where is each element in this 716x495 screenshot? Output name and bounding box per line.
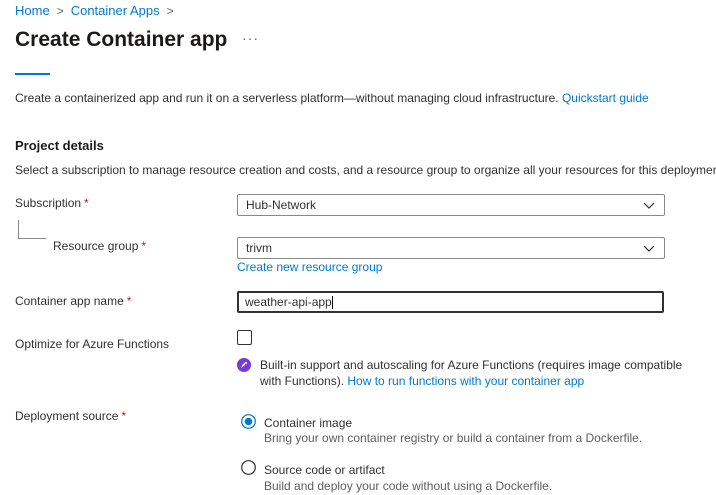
container-app-name-value: weather-api-app (245, 295, 332, 309)
radio-source-code[interactable] (241, 460, 256, 475)
container-image-option-title[interactable]: Container image (264, 416, 352, 430)
subscription-label-text: Subscription (15, 196, 82, 210)
deployment-source-label: Deployment source * (15, 409, 126, 423)
functions-info-text: Built-in support and autoscaling for Azu… (260, 357, 700, 389)
quickstart-guide-link[interactable]: Quickstart guide (562, 91, 649, 105)
resource-group-dropdown[interactable]: trivm (237, 237, 665, 259)
breadcrumb-container-apps-link[interactable]: Container Apps (71, 3, 160, 18)
tree-connector-vertical (18, 220, 19, 238)
text-cursor (331, 295, 333, 309)
resource-group-value: trivm (246, 241, 272, 255)
project-details-description: Select a subscription to manage resource… (15, 163, 716, 177)
resource-group-label: Resource group * (53, 239, 146, 253)
subscription-label: Subscription * (15, 196, 89, 210)
intro-description: Create a containerized app and run it on… (15, 91, 649, 105)
chevron-down-icon (643, 202, 655, 209)
optimize-functions-checkbox[interactable] (237, 330, 252, 345)
source-code-option-title[interactable]: Source code or artifact (264, 463, 385, 477)
intro-text: Create a containerized app and run it on… (15, 91, 559, 105)
subscription-value: Hub-Network (246, 198, 317, 212)
create-new-resource-group-link[interactable]: Create new resource group (237, 260, 382, 274)
deployment-source-label-text: Deployment source (15, 409, 119, 423)
subscription-dropdown[interactable]: Hub-Network (237, 194, 665, 216)
project-details-heading: Project details (15, 138, 104, 153)
required-mark: * (126, 294, 132, 308)
chevron-right-icon: > (56, 3, 64, 18)
radio-container-image[interactable] (241, 414, 256, 429)
container-app-name-label-text: Container app name (15, 294, 124, 308)
page-title: Create Container app (15, 28, 228, 51)
optimize-functions-label: Optimize for Azure Functions (15, 337, 170, 351)
required-mark: * (121, 409, 127, 423)
chevron-right-icon: > (166, 3, 174, 18)
required-mark: * (84, 196, 89, 210)
resource-group-label-text: Resource group (53, 239, 139, 253)
more-options-icon[interactable]: ··· (242, 30, 259, 46)
azure-functions-icon (237, 358, 251, 372)
breadcrumb: Home > Container Apps > (15, 3, 181, 18)
required-mark: * (141, 239, 147, 253)
active-tab-indicator (15, 73, 50, 75)
chevron-down-icon (643, 245, 655, 252)
source-code-option-subtitle: Build and deploy your code without using… (264, 479, 553, 493)
breadcrumb-home-link[interactable]: Home (15, 3, 50, 18)
container-app-name-input[interactable]: weather-api-app (237, 291, 664, 313)
container-image-option-subtitle: Bring your own container registry or bui… (264, 431, 643, 445)
how-to-run-functions-link[interactable]: How to run functions with your container… (347, 374, 584, 388)
container-app-name-label: Container app name * (15, 294, 131, 308)
tree-connector-horizontal (18, 238, 46, 239)
